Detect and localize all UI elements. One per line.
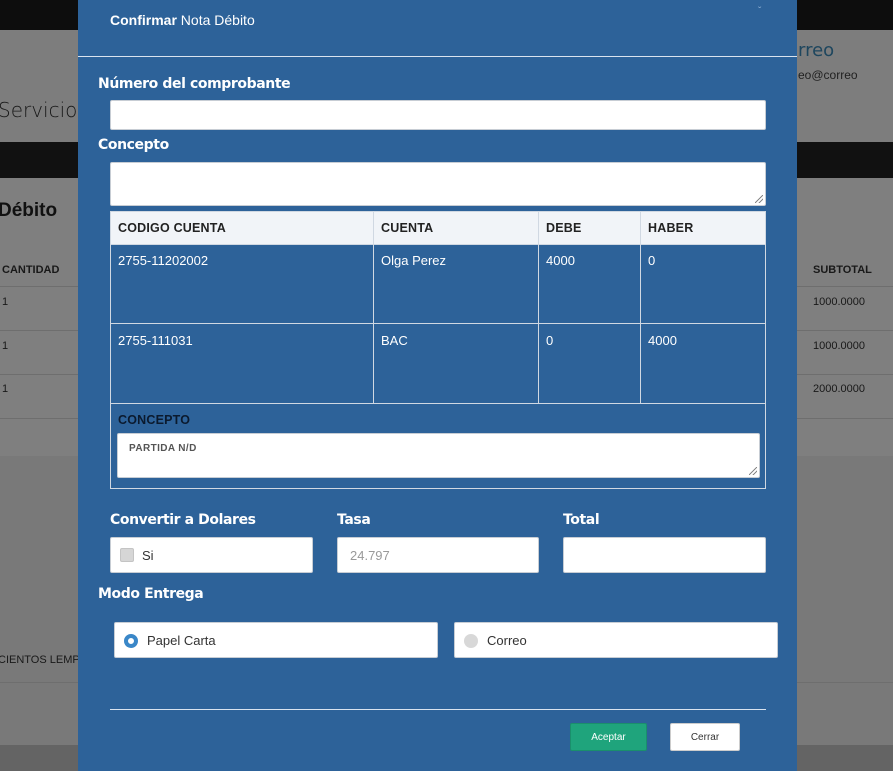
radio-selected-icon[interactable] (124, 634, 138, 648)
column-divider (538, 212, 539, 403)
column-divider (373, 212, 374, 403)
tasa-value: 24.797 (350, 548, 390, 563)
table-concepto-textarea[interactable]: PARTIDA N/D (117, 433, 760, 478)
convertir-checkbox-field[interactable]: Si (110, 537, 313, 573)
radio-option-label: Papel Carta (147, 633, 216, 648)
table-cell: 0 (546, 333, 554, 348)
close-button[interactable]: Cerrar (670, 723, 740, 751)
accounts-table: CODIGO CUENTA CUENTA DEBE HABER 2755-112… (110, 211, 766, 489)
table-cell: 4000 (546, 253, 575, 268)
table-cell: 2755-111031 (118, 333, 193, 348)
column-divider (640, 212, 641, 403)
table-concepto-label: CONCEPTO (118, 413, 191, 427)
table-cell: 2755-11202002 (118, 253, 209, 268)
table-header-codigo: CODIGO CUENTA (111, 212, 373, 244)
total-input[interactable] (563, 537, 766, 573)
table-header-cuenta: CUENTA (374, 212, 538, 244)
concepto-value: PARTIDA N/D (129, 443, 197, 454)
comprobante-label: Número del comprobante (98, 76, 291, 92)
table-header-debe: DEBE (539, 212, 640, 244)
concepto-label: Concepto (98, 137, 169, 153)
concepto-textarea[interactable] (110, 162, 766, 206)
modal-header: Confirmar Nota Débito ˇ (78, 0, 797, 57)
radio-option-label: Correo (487, 633, 527, 648)
convertir-label: Convertir a Dolares (110, 512, 256, 528)
table-header-haber: HABER (641, 212, 765, 244)
resize-handle-icon[interactable] (755, 195, 763, 203)
modo-entrega-label: Modo Entrega (98, 586, 204, 602)
accept-button[interactable]: Aceptar (570, 723, 647, 751)
table-cell: 0 (648, 253, 656, 268)
table-cell: BAC (381, 333, 408, 348)
confirm-debit-note-modal: Confirmar Nota Débito ˇ Número del compr… (78, 0, 797, 771)
radio-unselected-icon[interactable] (464, 634, 478, 648)
table-cell: 4000 (648, 333, 677, 348)
tasa-label: Tasa (337, 512, 371, 528)
comprobante-input[interactable] (110, 100, 766, 130)
total-label: Total (563, 512, 600, 528)
footer-divider (110, 709, 766, 710)
row-divider (111, 323, 765, 324)
tasa-input[interactable]: 24.797 (337, 537, 539, 573)
modal-title: Confirmar Nota Débito (110, 12, 255, 28)
checkbox-icon[interactable] (120, 548, 134, 562)
row-divider (111, 244, 765, 245)
table-cell: Olga Perez (381, 253, 447, 268)
radio-option-correo[interactable]: Correo (454, 622, 778, 658)
row-divider (111, 403, 765, 404)
convertir-option-label: Si (142, 548, 154, 563)
close-icon[interactable]: ˇ (758, 6, 761, 17)
resize-handle-icon[interactable] (749, 467, 757, 475)
radio-option-papel-carta[interactable]: Papel Carta (114, 622, 438, 658)
